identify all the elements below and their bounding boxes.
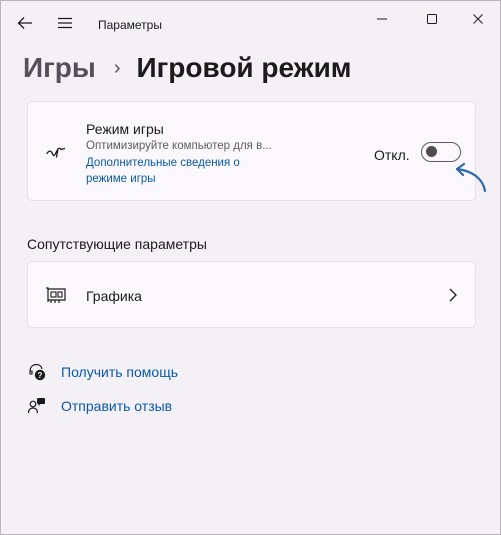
game-mode-icon [46,147,66,158]
graphics-label: Графика [86,288,142,304]
back-arrow-icon [17,17,32,29]
graphics-card-icon [46,287,66,303]
game-mode-toggle-label: Откл. [374,147,410,163]
hamburger-icon [58,17,72,29]
graphics-settings-item[interactable]: Графика [27,261,476,328]
back-button[interactable] [15,13,35,33]
help-icon: ? [27,362,47,382]
title-bar: Параметры [1,1,500,45]
window-title: Параметры [98,18,162,32]
menu-button[interactable] [55,13,75,33]
game-mode-card: Режим игры Оптимизируйте компьютер для в… [27,101,476,201]
get-help-link[interactable]: ? Получить помощь [27,361,178,383]
breadcrumb: Игры › Игровой режим [23,48,352,88]
minimize-icon [377,18,387,20]
chevron-right-icon [449,288,457,302]
send-feedback-label: Отправить отзыв [61,398,173,414]
settings-window: Параметры Игры › Игровой режим Режим игр… [0,0,501,535]
breadcrumb-separator: › [113,56,121,79]
maximize-icon [427,14,437,24]
game-mode-more-info-link[interactable]: Дополнительные сведения о режиме игры [86,155,266,187]
game-mode-toggle[interactable] [421,142,461,162]
breadcrumb-parent-games[interactable]: Игры [23,52,96,84]
feedback-icon [27,396,47,416]
close-button[interactable] [455,6,500,32]
related-settings-heading: Сопутствующие параметры [27,236,207,252]
game-mode-title: Режим игры [86,121,164,137]
send-feedback-link[interactable]: Отправить отзыв [27,395,172,417]
svg-text:?: ? [38,371,43,380]
minimize-button[interactable] [359,6,405,32]
get-help-label: Получить помощь [61,364,179,380]
toggle-knob [426,146,437,157]
game-mode-description: Оптимизируйте компьютер для в... [86,140,272,152]
page-title: Игровой режим [136,52,352,83]
close-icon [473,14,483,24]
maximize-button[interactable] [409,6,455,32]
